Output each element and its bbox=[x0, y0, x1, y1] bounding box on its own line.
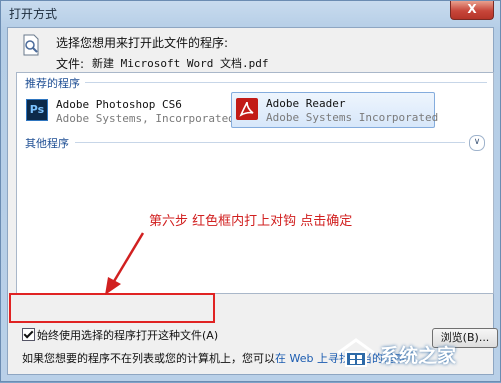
photoshop-icon: Ps bbox=[26, 99, 48, 121]
app-item-adobe-reader[interactable]: Adobe Reader Adobe Systems Incorporated bbox=[231, 92, 439, 128]
open-with-dialog: 打开方式 X 选择您想用来打开此文件的程序: 文件: 新建 Microsoft … bbox=[0, 0, 501, 382]
instruction-annotation: 第六步 红色框内打上对钩 点击确定 bbox=[149, 214, 353, 229]
program-list[interactable]: 推荐的程序 Ps Adobe Photoshop CS6 Adobe Syste… bbox=[16, 72, 494, 294]
recommended-group-label: 推荐的程序 bbox=[25, 77, 80, 90]
watermark-text: 系统之家 bbox=[380, 345, 457, 367]
file-name: 新建 Microsoft Word 文档.pdf bbox=[92, 57, 269, 70]
always-use-label: 始终使用选择的程序打开这种文件(A) bbox=[37, 329, 219, 342]
app-publisher: Adobe Systems, Incorporated bbox=[56, 112, 235, 125]
group-divider bbox=[85, 82, 487, 83]
chevron-down-icon[interactable]: ∨ bbox=[469, 135, 485, 151]
app-item-photoshop[interactable]: Ps Adobe Photoshop CS6 Adobe Systems, In… bbox=[21, 93, 235, 129]
always-use-option[interactable]: 始终使用选择的程序打开这种文件(A) bbox=[22, 327, 218, 343]
file-search-icon bbox=[23, 34, 39, 56]
window-title: 打开方式 bbox=[9, 7, 58, 21]
close-button[interactable]: X bbox=[450, 1, 494, 20]
app-publisher: Adobe Systems Incorporated bbox=[266, 111, 439, 124]
app-name: Adobe Reader bbox=[266, 97, 346, 110]
highlight-box bbox=[9, 293, 215, 323]
close-icon: X bbox=[467, 2, 477, 16]
watermark-logo: 系统之家 bbox=[332, 335, 492, 371]
adobe-reader-icon bbox=[236, 98, 258, 120]
house-logo-icon bbox=[337, 338, 375, 367]
app-name: Adobe Photoshop CS6 bbox=[56, 98, 182, 111]
file-label: 文件: bbox=[56, 57, 85, 71]
other-group-label: 其他程序 bbox=[25, 137, 69, 150]
always-use-checkbox[interactable] bbox=[22, 328, 35, 341]
group-divider bbox=[75, 142, 465, 143]
footer-message: 如果您想要的程序不在列表或您的计算机上，您可以 bbox=[22, 352, 275, 365]
dialog-prompt: 选择您想用来打开此文件的程序: bbox=[56, 36, 229, 50]
title-bar[interactable]: 打开方式 X bbox=[1, 1, 500, 27]
